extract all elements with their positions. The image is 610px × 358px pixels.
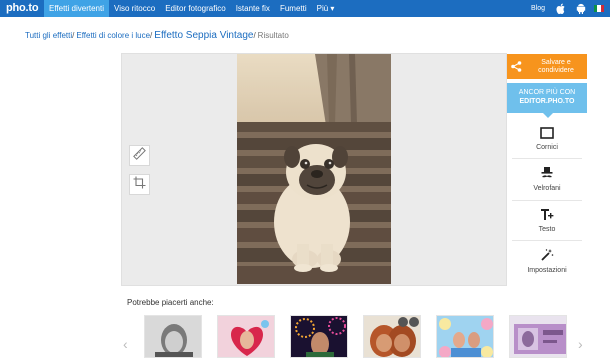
editor-pho-to-button[interactable]: ANCOR PIÙ CON EDITOR.PHO.TO	[507, 83, 587, 118]
nav-fumetti[interactable]: Fumetti	[275, 0, 312, 17]
suggestion-thumb-heart-frame[interactable]	[217, 315, 275, 358]
crop-icon	[133, 176, 146, 194]
sidebar-item-cornici[interactable]: Cornici	[507, 126, 587, 151]
blog-link[interactable]: Blog	[531, 5, 545, 12]
suggestion-thumb-flower-frame[interactable]	[436, 315, 494, 358]
breadcrumb-category[interactable]: Effetti di colore i luce	[76, 31, 150, 40]
sidebar-item-label: Velrofani	[533, 185, 561, 192]
breadcrumb-current-effect[interactable]: Effetto Seppia Vintage	[154, 30, 253, 41]
ruler-icon	[133, 146, 146, 165]
save-share-button[interactable]: Salvare e condividere	[507, 54, 587, 79]
nav-istante-fix[interactable]: Istante fix	[231, 0, 275, 17]
breadcrumb: Tutti gli effetti / Effetti di colore i l…	[25, 30, 289, 41]
nav-viso-ritocco[interactable]: Viso ritocco	[109, 0, 160, 17]
sidebar-item-label: Cornici	[536, 144, 558, 151]
hat-mustache-icon	[507, 166, 587, 185]
sidebar-item-testo[interactable]: Testo	[507, 208, 587, 233]
suggestion-thumb-bw-portrait[interactable]	[144, 315, 202, 358]
editor-label-line2: EDITOR.PHO.TO	[519, 98, 575, 105]
nav-editor-fotografico[interactable]: Editor fotografico	[160, 0, 230, 17]
site-logo[interactable]: pho.to	[6, 2, 39, 14]
sidebar-item-impostazioni[interactable]: Impostazioni	[507, 248, 587, 274]
ruler-tool-button[interactable]	[129, 145, 150, 166]
breadcrumb-result: Risultato	[257, 31, 289, 40]
apple-icon[interactable]	[554, 0, 568, 17]
share-icon	[507, 61, 525, 72]
italy-flag-icon[interactable]	[594, 5, 604, 12]
frame-icon	[507, 126, 587, 144]
carousel-prev-arrow[interactable]: ‹	[123, 336, 128, 352]
sidebar-item-label: Testo	[538, 226, 556, 233]
nav-effetti-divertenti[interactable]: Effetti divertenti	[44, 0, 109, 17]
nav-more-dropdown[interactable]: Più ▾	[312, 0, 340, 17]
crop-tool-button[interactable]	[129, 174, 150, 195]
main-nav: Effetti divertenti Viso ritocco Editor f…	[44, 0, 339, 17]
editor-label-line1: ANCOR PIÙ CON	[518, 89, 576, 96]
sidebar-item-label: Impostazioni	[527, 267, 567, 274]
text-plus-icon	[507, 208, 587, 226]
suggestion-thumb-banknote[interactable]	[509, 315, 567, 358]
save-label: Salvare e condividere	[525, 59, 587, 75]
carousel-next-arrow[interactable]: ›	[578, 336, 583, 352]
nav-right: Blog	[531, 0, 610, 17]
suggestion-thumb-fireworks[interactable]	[290, 315, 348, 358]
result-photo	[237, 54, 391, 284]
android-icon[interactable]	[574, 0, 588, 17]
top-navigation-bar: pho.to Effetti divertenti Viso ritocco E…	[0, 0, 610, 17]
sidebar-item-velrofani[interactable]: Velrofani	[507, 166, 587, 192]
save-label-line2: condividere	[538, 66, 574, 74]
breadcrumb-all-effects[interactable]: Tutti gli effetti	[25, 31, 72, 40]
suggestions-title: Potrebbe piacerti anche:	[127, 298, 214, 307]
suggestion-thumb-orangutan[interactable]	[363, 315, 421, 358]
magic-wand-icon	[507, 248, 587, 267]
save-label-line1: Salvare e	[541, 58, 571, 66]
